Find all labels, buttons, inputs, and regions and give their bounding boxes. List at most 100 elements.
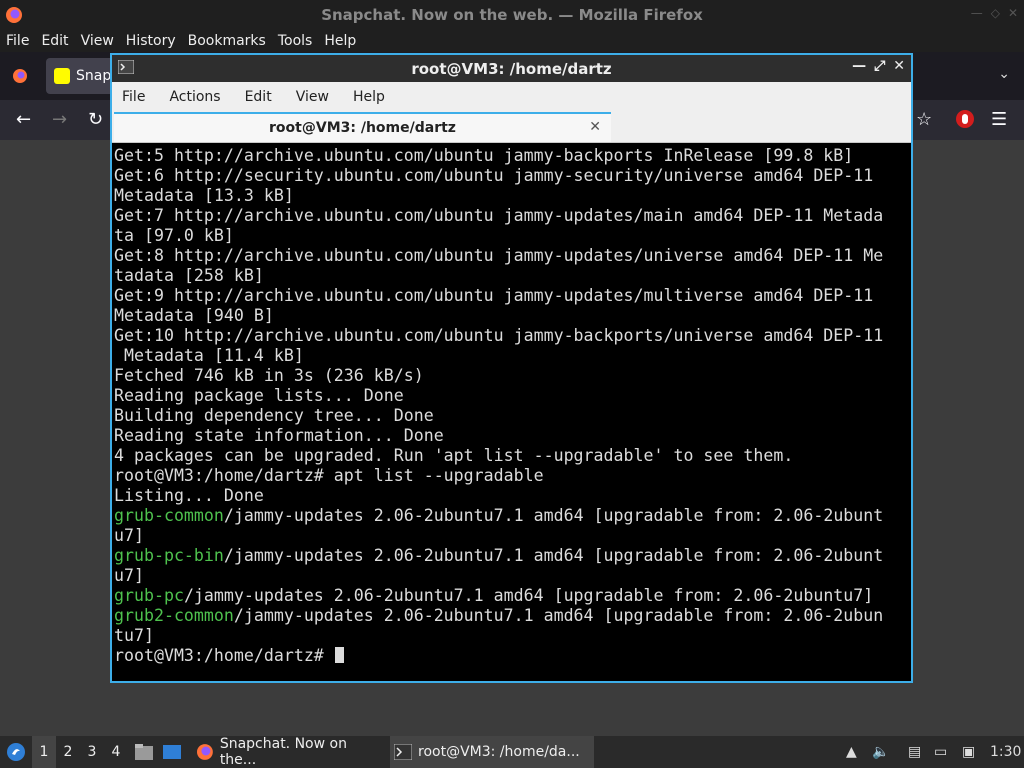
line-text: /jammy-updates 2.06-2ubuntu7.1 amd64 [up… xyxy=(183,586,874,605)
forward-icon[interactable]: → xyxy=(52,109,67,130)
terminal-line: Get:7 http://archive.ubuntu.com/ubuntu j… xyxy=(114,206,911,226)
line-text: Get:10 http://archive.ubuntu.com/ubuntu … xyxy=(114,326,884,345)
workspace-4[interactable]: 4 xyxy=(104,736,128,768)
line-text: /jammy-updates 2.06-2ubuntu7.1 amd64 [up… xyxy=(223,546,884,565)
terminal-line: Metadata [13.3 kB] xyxy=(114,186,911,206)
terminal-line: Get:6 http://security.ubuntu.com/ubuntu … xyxy=(114,166,911,186)
terminal-output[interactable]: Get:5 http://archive.ubuntu.com/ubuntu j… xyxy=(114,146,911,681)
terminal-line-package: grub-pc/jammy-updates 2.06-2ubuntu7.1 am… xyxy=(114,586,911,606)
maximize-icon[interactable]: ◇ xyxy=(991,6,1000,20)
line-text: Fetched 746 kB in 3s (236 kB/s) xyxy=(114,366,424,385)
minimize-icon[interactable]: — xyxy=(852,58,866,74)
menu-view[interactable]: View xyxy=(81,33,114,49)
terminal-line-package: grub-common/jammy-updates 2.06-2ubuntu7.… xyxy=(114,506,911,526)
taskbar-task-label: Snapchat. Now on the... xyxy=(219,736,347,768)
line-text: u7] xyxy=(114,566,144,585)
taskbar-task-label: root@VM3: /home/da... xyxy=(418,744,580,760)
terminal-tab-label: root@VM3: /home/dartz xyxy=(269,120,456,136)
package-name: grub2-common xyxy=(114,606,234,625)
terminal-line: ta [97.0 kB] xyxy=(114,226,911,246)
menu-bookmarks[interactable]: Bookmarks xyxy=(188,33,266,49)
taskbar-task-terminal[interactable]: root@VM3: /home/da... xyxy=(390,736,594,768)
line-text: Get:9 http://archive.ubuntu.com/ubuntu j… xyxy=(114,286,874,305)
line-text: Reading state information... Done xyxy=(114,426,444,445)
file-manager-icon[interactable] xyxy=(134,736,154,768)
terminal-line: Building dependency tree... Done xyxy=(114,406,911,426)
line-text: tadata [258 kB] xyxy=(114,266,264,285)
workspace-2[interactable]: 2 xyxy=(56,736,80,768)
terminal-icon xyxy=(118,60,134,74)
terminal-line: tadata [258 kB] xyxy=(114,266,911,286)
terminal-window[interactable]: root@VM3: /home/dartz — ⤢ ✕ File Actions… xyxy=(110,53,913,683)
network-icon[interactable]: ▭ xyxy=(934,744,947,760)
extension-icon[interactable] xyxy=(955,109,975,134)
terminal-line: Reading package lists... Done xyxy=(114,386,911,406)
line-text: root@VM3:/home/dartz# apt list --upgrada… xyxy=(114,466,544,485)
menu-tools[interactable]: Tools xyxy=(278,33,313,49)
terminal-line: Listing... Done xyxy=(114,486,911,506)
menu-edit[interactable]: Edit xyxy=(41,33,68,49)
start-menu-button[interactable] xyxy=(4,736,28,768)
terminal-line: u7] xyxy=(114,526,911,546)
maximize-icon[interactable]: ⤢ xyxy=(874,58,885,74)
terminal-menu-actions[interactable]: Actions xyxy=(169,89,220,105)
workspace-3[interactable]: 3 xyxy=(80,736,104,768)
terminal-prompt-line[interactable]: root@VM3:/home/dartz# xyxy=(114,646,911,666)
snapchat-icon xyxy=(54,68,70,84)
line-text: Metadata [11.4 kB] xyxy=(114,346,304,365)
browser-tab-label: Snap xyxy=(76,68,112,84)
show-desktop-icon[interactable] xyxy=(162,736,182,768)
close-icon[interactable]: ✕ xyxy=(1008,6,1018,20)
taskbar-task-firefox[interactable]: Snapchat. Now on the... xyxy=(192,736,390,768)
line-text: Get:5 http://archive.ubuntu.com/ubuntu j… xyxy=(114,146,854,165)
terminal-menu-edit[interactable]: Edit xyxy=(245,89,272,105)
firefox-titlebar: Snapchat. Now on the web. — Mozilla Fire… xyxy=(0,0,1024,30)
line-text: /jammy-updates 2.06-2ubuntu7.1 amd64 [up… xyxy=(223,506,884,525)
hamburger-menu-icon[interactable]: ☰ xyxy=(991,109,1007,130)
terminal-line-package: grub-pc-bin/jammy-updates 2.06-2ubuntu7.… xyxy=(114,546,911,566)
usb-icon[interactable]: ▲ xyxy=(846,744,857,760)
terminal-menu-view[interactable]: View xyxy=(296,89,329,105)
firefox-view-icon[interactable] xyxy=(12,68,28,84)
terminal-line: 4 packages can be upgraded. Run 'apt lis… xyxy=(114,446,911,466)
terminal-tabbar: root@VM3: /home/dartz ✕ xyxy=(112,112,911,143)
firefox-icon xyxy=(196,744,213,760)
menu-history[interactable]: History xyxy=(126,33,176,49)
workspace-1[interactable]: 1 xyxy=(32,736,56,768)
terminal-menu-file[interactable]: File xyxy=(122,89,145,105)
minimize-icon[interactable]: — xyxy=(971,6,983,20)
notification-icon[interactable]: ▣ xyxy=(962,744,975,760)
terminal-line: Get:8 http://archive.ubuntu.com/ubuntu j… xyxy=(114,246,911,266)
terminal-line: Reading state information... Done xyxy=(114,426,911,446)
terminal-line-package: grub2-common/jammy-updates 2.06-2ubuntu7… xyxy=(114,606,911,626)
line-text: Building dependency tree... Done xyxy=(114,406,434,425)
package-name: grub-pc-bin xyxy=(114,546,224,565)
terminal-titlebar[interactable]: root@VM3: /home/dartz — ⤢ ✕ xyxy=(112,55,911,82)
menu-file[interactable]: File xyxy=(6,33,29,49)
back-icon[interactable]: ← xyxy=(16,109,31,130)
reload-icon[interactable]: ↻ xyxy=(88,109,103,130)
taskbar: 1 2 3 4 Snapchat. Now on the... root@VM3… xyxy=(0,736,1024,768)
firefox-window-title: Snapchat. Now on the web. — Mozilla Fire… xyxy=(321,6,703,24)
close-icon[interactable]: ✕ xyxy=(893,58,905,74)
close-tab-icon[interactable]: ✕ xyxy=(589,119,601,135)
app-launcher-icon xyxy=(7,743,25,761)
volume-icon[interactable]: 🔈 xyxy=(872,744,889,760)
firefox-window-controls: — ◇ ✕ xyxy=(971,6,1018,20)
clipboard-icon[interactable]: ▤ xyxy=(908,744,921,760)
terminal-line: Get:9 http://archive.ubuntu.com/ubuntu j… xyxy=(114,286,911,306)
chevron-down-icon[interactable]: ⌄ xyxy=(998,66,1010,82)
line-text: Metadata [940 B] xyxy=(114,306,274,325)
terminal-menu-help[interactable]: Help xyxy=(353,89,385,105)
line-text: Listing... Done xyxy=(114,486,264,505)
terminal-tab[interactable]: root@VM3: /home/dartz ✕ xyxy=(114,112,611,142)
terminal-line: Get:5 http://archive.ubuntu.com/ubuntu j… xyxy=(114,146,911,166)
menu-help[interactable]: Help xyxy=(324,33,356,49)
terminal-line: Metadata [940 B] xyxy=(114,306,911,326)
terminal-line: root@VM3:/home/dartz# apt list --upgrada… xyxy=(114,466,911,486)
bookmark-star-icon[interactable]: ☆ xyxy=(916,109,932,130)
firefox-icon xyxy=(6,7,22,23)
line-text: Metadata [13.3 kB] xyxy=(114,186,294,205)
line-text: /jammy-updates 2.06-2ubuntu7.1 amd64 [up… xyxy=(233,606,884,625)
line-text: Get:6 http://security.ubuntu.com/ubuntu … xyxy=(114,166,874,185)
